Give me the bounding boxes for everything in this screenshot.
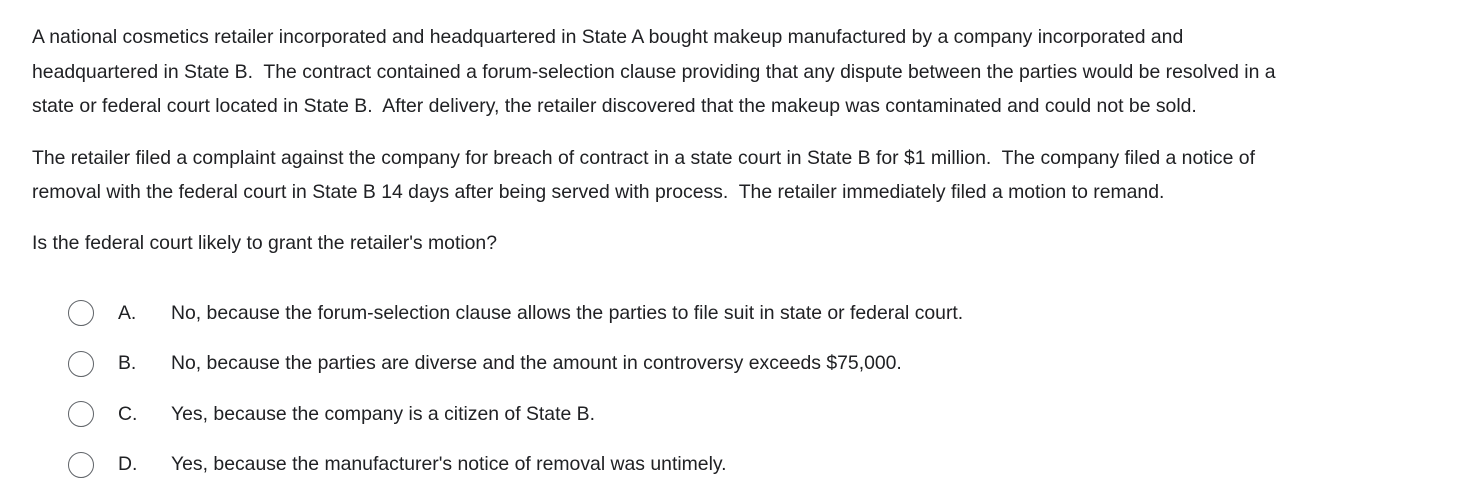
option-text[interactable]: No, because the forum-selection clause a… xyxy=(171,302,963,325)
radio-button-c[interactable] xyxy=(68,401,94,428)
radio-button-b[interactable] xyxy=(68,350,94,377)
answer-option-a[interactable]: A. No, because the forum-selection claus… xyxy=(68,288,1368,339)
option-letter: B. xyxy=(118,352,137,375)
option-letter: C. xyxy=(118,402,138,425)
question-paragraph: A national cosmetics retailer incorporat… xyxy=(32,26,1276,117)
answer-option-b[interactable]: B. No, because the parties are diverse a… xyxy=(68,339,1368,390)
radio-button-a[interactable] xyxy=(68,300,94,327)
question-stem: A national cosmetics retailer incorporat… xyxy=(32,20,1452,260)
option-text[interactable]: No, because the parties are diverse and … xyxy=(171,352,902,375)
answer-options: A. No, because the forum-selection claus… xyxy=(68,288,1368,490)
question-prompt: Is the federal court likely to grant the… xyxy=(32,231,497,254)
option-letter: A. xyxy=(118,301,137,324)
option-text[interactable]: Yes, because the company is a citizen of… xyxy=(171,403,595,426)
question-paragraph: The retailer filed a complaint against t… xyxy=(32,146,1255,204)
answer-option-d[interactable]: D. Yes, because the manufacturer's notic… xyxy=(68,440,1368,491)
option-letter: D. xyxy=(118,453,138,476)
option-text[interactable]: Yes, because the manufacturer's notice o… xyxy=(171,453,727,476)
answer-option-c[interactable]: C. Yes, because the company is a citizen… xyxy=(68,389,1368,440)
radio-button-d[interactable] xyxy=(68,451,94,478)
